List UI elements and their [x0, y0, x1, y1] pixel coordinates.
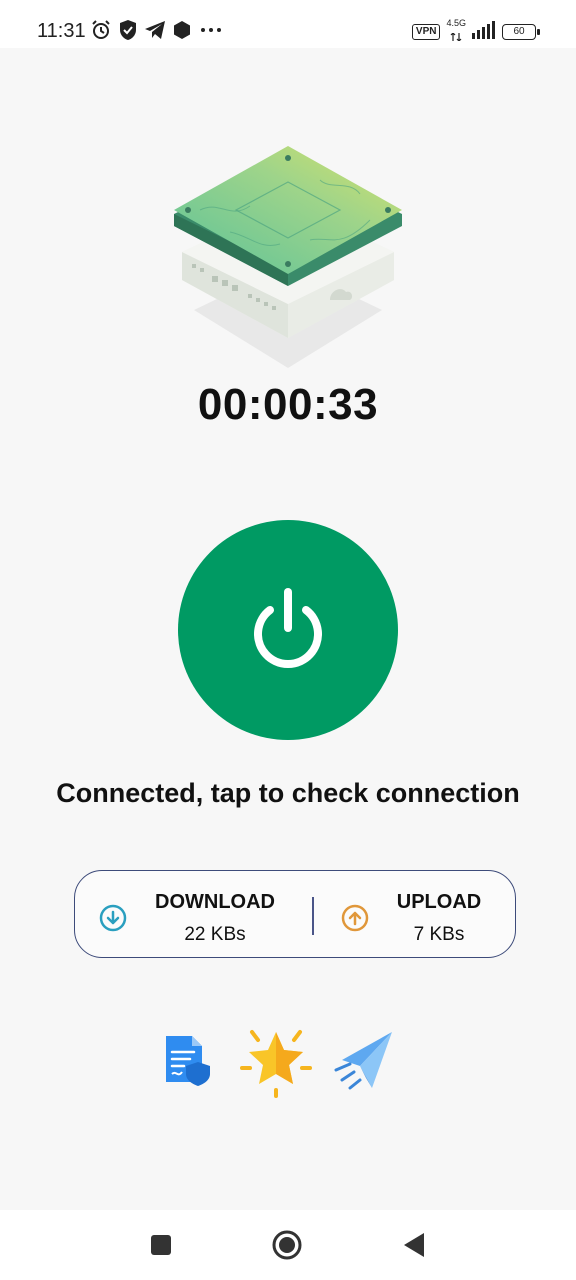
- download-arrow-icon: [99, 904, 127, 932]
- rate-star-icon[interactable]: [238, 1024, 314, 1103]
- navigation-bar: [0, 1210, 576, 1280]
- square-icon: [151, 1235, 171, 1255]
- back-button[interactable]: [402, 1232, 426, 1263]
- status-right-icons: VPN 4.5G 60: [411, 17, 540, 46]
- connection-status-message[interactable]: Connected, tap to check connection: [0, 778, 576, 809]
- data-arrows-icon: [450, 28, 462, 46]
- download-value: 22 KBs: [184, 924, 246, 945]
- status-bar: 11:31 VPN 4.5G 60: [0, 0, 576, 48]
- back-triangle-icon: [404, 1233, 424, 1257]
- upload-title: UPLOAD: [396, 891, 482, 913]
- power-button[interactable]: [178, 520, 398, 740]
- share-plane-icon[interactable]: [332, 1030, 396, 1097]
- power-icon: [254, 588, 322, 668]
- upload-arrow-icon: [341, 904, 369, 932]
- network-indicator: 4.5G: [446, 17, 466, 46]
- status-time: 11:31: [37, 20, 86, 42]
- shield-check-icon: [118, 19, 138, 46]
- more-dots-icon: [198, 20, 224, 45]
- stats-divider: [312, 897, 314, 935]
- hexagon-icon: [172, 20, 192, 45]
- download-title: DOWNLOAD: [155, 891, 275, 913]
- upload-value: 7 KBs: [413, 924, 465, 945]
- network-label: 4.5G: [446, 17, 466, 28]
- home-circle-icon: [272, 1230, 302, 1260]
- traffic-stats-card: DOWNLOAD 22 KBs UPLOAD 7 KBs: [74, 870, 516, 958]
- battery-indicator: 60: [502, 24, 540, 40]
- status-left-icons: [90, 19, 224, 46]
- privacy-policy-icon[interactable]: [162, 1032, 214, 1093]
- alarm-icon: [90, 19, 112, 46]
- vpn-badge: VPN: [411, 24, 441, 40]
- shortcut-row: [0, 1022, 576, 1102]
- server-illustration: [170, 140, 406, 372]
- recent-apps-button[interactable]: [150, 1234, 172, 1261]
- connection-timer: 00:00:33: [197, 380, 379, 429]
- home-button[interactable]: [272, 1230, 302, 1265]
- telegram-icon: [144, 20, 166, 45]
- signal-icon: [472, 20, 496, 44]
